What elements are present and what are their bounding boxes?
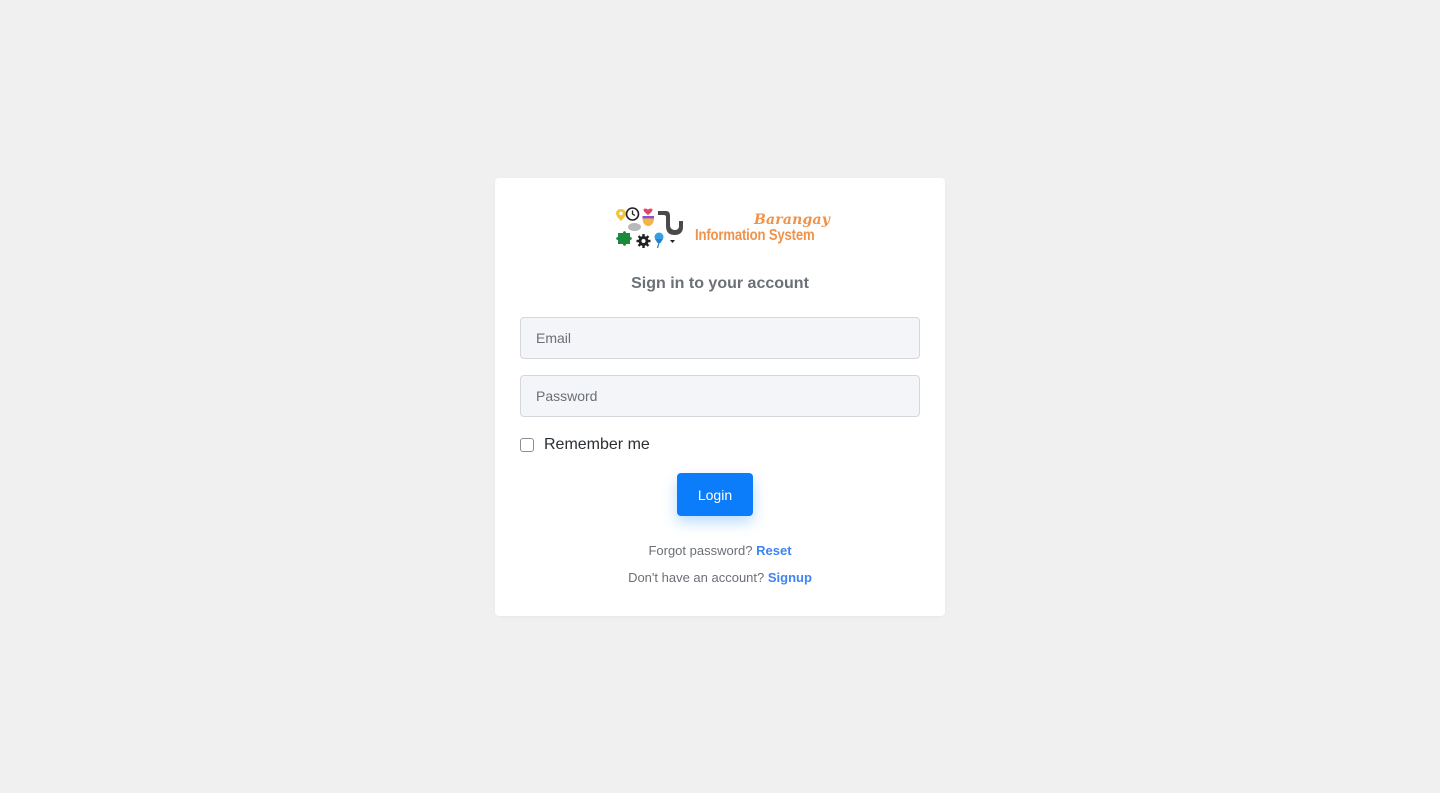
bowl-icon bbox=[642, 216, 654, 226]
location-pin-icon bbox=[616, 209, 626, 221]
mouse-icon bbox=[628, 223, 641, 231]
login-button[interactable]: Login bbox=[677, 473, 753, 516]
signup-link[interactable]: Signup bbox=[768, 570, 812, 585]
reset-link[interactable]: Reset bbox=[756, 543, 791, 558]
page-title: Sign in to your account bbox=[631, 275, 809, 292]
pushpin-icon bbox=[654, 232, 664, 249]
signup-row: Don't have an account? Signup bbox=[495, 570, 945, 585]
remember-me-checkbox[interactable] bbox=[520, 438, 534, 452]
heart-icon bbox=[643, 208, 653, 215]
password-input[interactable] bbox=[520, 375, 920, 417]
forgot-password-text: Forgot password? bbox=[648, 543, 753, 558]
email-input[interactable] bbox=[520, 317, 920, 359]
logo-text-information-system: Information System bbox=[695, 227, 815, 244]
remember-me-label: Remember me bbox=[544, 436, 650, 453]
clock-icon bbox=[625, 207, 640, 221]
signup-text: Don't have an account? bbox=[628, 570, 765, 585]
remember-me[interactable]: Remember me bbox=[520, 436, 650, 454]
gear-icon bbox=[636, 234, 651, 248]
pipe-icon bbox=[658, 211, 683, 235]
caret-icon bbox=[670, 240, 675, 243]
puzzle-icon bbox=[616, 231, 632, 246]
logo-text-barangay: Barangay bbox=[754, 212, 831, 228]
forgot-password-row: Forgot password? Reset bbox=[495, 543, 945, 558]
logo-icons bbox=[616, 207, 683, 249]
login-card: Barangay Information System Sign in to y… bbox=[495, 178, 945, 616]
